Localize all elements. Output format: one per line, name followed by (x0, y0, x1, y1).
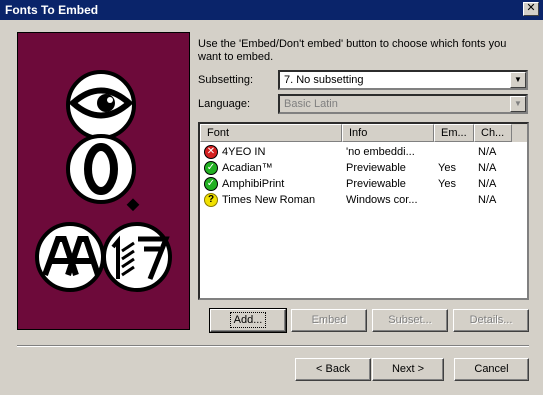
font-embed-cell (438, 192, 472, 208)
details-button[interactable]: Details... (453, 309, 529, 332)
font-change-cell: N/A (478, 162, 497, 174)
fonts-to-embed-dialog: Fonts To Embed ✕ Use the 'Embed/Don't em… (0, 0, 543, 395)
language-select[interactable]: Basic Latin ▼ (278, 94, 528, 114)
font-list-header: Font Info Em... Ch... (200, 124, 527, 142)
subsetting-select[interactable]: 7. No subsetting ▼ (278, 70, 528, 90)
back-button[interactable]: < Back (295, 358, 371, 381)
separator (17, 345, 529, 347)
font-list-row[interactable]: ✓ Acadian™ Previewable Yes N/A (200, 160, 527, 176)
font-change-cell: N/A (478, 178, 497, 190)
error-x-icon: ✕ (204, 145, 218, 159)
checkmark-icon: ✓ (204, 177, 218, 191)
next-button[interactable]: Next > (372, 358, 444, 381)
font-embed-cell: Yes (438, 162, 456, 174)
font-embed-cell: Yes (438, 178, 456, 190)
chevron-down-icon[interactable]: ▼ (510, 96, 526, 112)
font-symbols-illustration (35, 70, 172, 292)
close-icon: ✕ (526, 2, 536, 14)
subsetting-value: 7. No subsetting (284, 74, 364, 86)
font-embed-cell (438, 144, 472, 160)
window-title: Fonts To Embed (5, 3, 99, 17)
column-info[interactable]: Info (342, 124, 434, 142)
add-button[interactable]: Add... (209, 308, 287, 333)
subset-button[interactable]: Subset... (372, 309, 448, 332)
eye-symbol-icon (66, 70, 136, 140)
font-list-row[interactable]: ? Times New Roman Windows cor... N/A (200, 192, 527, 208)
font-name-cell: AmphibiPrint (222, 178, 285, 190)
font-list-row[interactable]: ✓ AmphibiPrint Previewable Yes N/A (200, 176, 527, 192)
title-bar: Fonts To Embed ✕ (0, 0, 543, 20)
column-change[interactable]: Ch... (474, 124, 512, 142)
font-info-cell: 'no embeddi... (346, 146, 415, 158)
chevron-down-icon[interactable]: ▼ (510, 72, 526, 88)
column-font[interactable]: Font (200, 124, 342, 142)
language-label: Language: (198, 98, 250, 110)
font-info-cell: Previewable (346, 162, 406, 174)
font-info-cell: Windows cor... (346, 194, 418, 206)
checkmark-icon: ✓ (204, 161, 218, 175)
question-mark-icon: ? (204, 193, 218, 207)
letters-aa-symbol-icon (35, 222, 105, 292)
font-list[interactable]: Font Info Em... Ch... ✕ 4YEO IN 'no embedd… (198, 122, 529, 300)
letter-o-symbol-icon (66, 134, 140, 212)
cancel-button[interactable]: Cancel (454, 358, 529, 381)
instructions-text: Use the 'Embed/Don't embed' button to ch… (198, 38, 507, 63)
font-name-cell: Times New Roman (222, 194, 316, 206)
font-change-cell: N/A (478, 194, 497, 206)
stylized-letters-symbol-icon (102, 222, 172, 292)
font-name-cell: 4YEO IN (222, 146, 266, 158)
font-name-cell: Acadian™ (222, 162, 273, 174)
close-button[interactable]: ✕ (523, 2, 539, 16)
column-embed[interactable]: Em... (434, 124, 474, 142)
font-change-cell: N/A (478, 146, 497, 158)
font-list-row[interactable]: ✕ 4YEO IN 'no embeddi... N/A (200, 144, 527, 160)
subsetting-label: Subsetting: (198, 74, 254, 86)
font-info-cell: Previewable (346, 178, 406, 190)
language-value: Basic Latin (284, 98, 338, 110)
embed-button[interactable]: Embed (291, 309, 367, 332)
wizard-illustration (17, 32, 190, 330)
